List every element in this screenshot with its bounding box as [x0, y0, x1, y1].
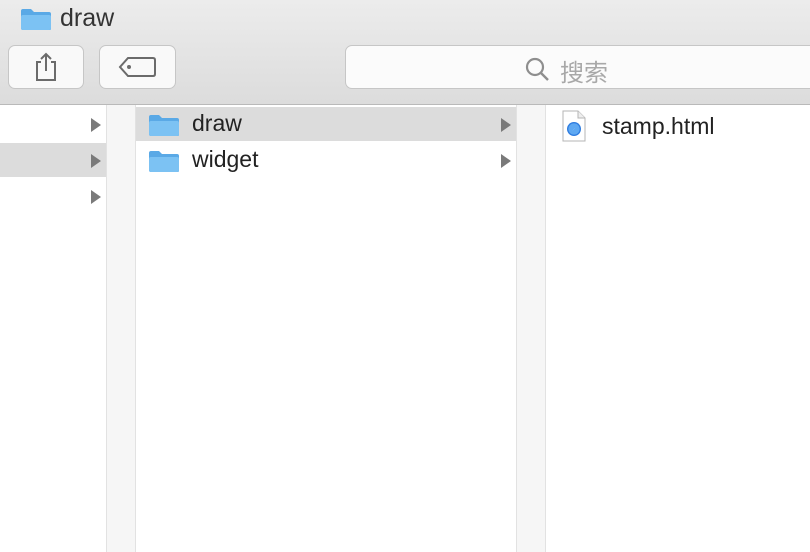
file-label: stamp.html [602, 113, 715, 139]
search-icon [525, 57, 549, 81]
folder-icon [21, 9, 51, 30]
folder-row-draw[interactable]: draw [136, 107, 516, 141]
html-document-icon [562, 110, 586, 142]
tag-button[interactable] [99, 45, 176, 89]
column-divider[interactable] [106, 105, 136, 552]
tag-icon [118, 57, 156, 77]
file-row-stamp[interactable]: stamp.html [546, 107, 810, 142]
search-placeholder: 搜索 [560, 60, 608, 87]
parent-column[interactable] [0, 105, 106, 552]
disclosure-arrow-icon [91, 190, 101, 204]
parent-row-selected[interactable] [0, 143, 106, 177]
folder-label: widget [192, 146, 259, 172]
window-toolbar: draw 搜索 [0, 0, 810, 105]
disclosure-arrow-icon [91, 154, 101, 168]
disclosure-arrow-icon [501, 154, 511, 168]
folder-row-widget[interactable]: widget [136, 143, 516, 177]
folder-label: draw [192, 110, 242, 136]
current-column[interactable]: draw widget [136, 105, 516, 552]
folder-icon [149, 115, 179, 136]
parent-row[interactable] [0, 107, 106, 141]
files-column[interactable]: stamp.html [546, 105, 810, 552]
disclosure-arrow-icon [91, 118, 101, 132]
column-divider[interactable] [516, 105, 546, 552]
search-field[interactable]: 搜索 [345, 45, 810, 89]
parent-row[interactable] [0, 179, 106, 213]
share-icon [36, 52, 56, 81]
folder-icon [149, 151, 179, 172]
window-title: draw [60, 4, 115, 32]
share-button[interactable] [8, 45, 84, 89]
disclosure-arrow-icon [501, 118, 511, 132]
